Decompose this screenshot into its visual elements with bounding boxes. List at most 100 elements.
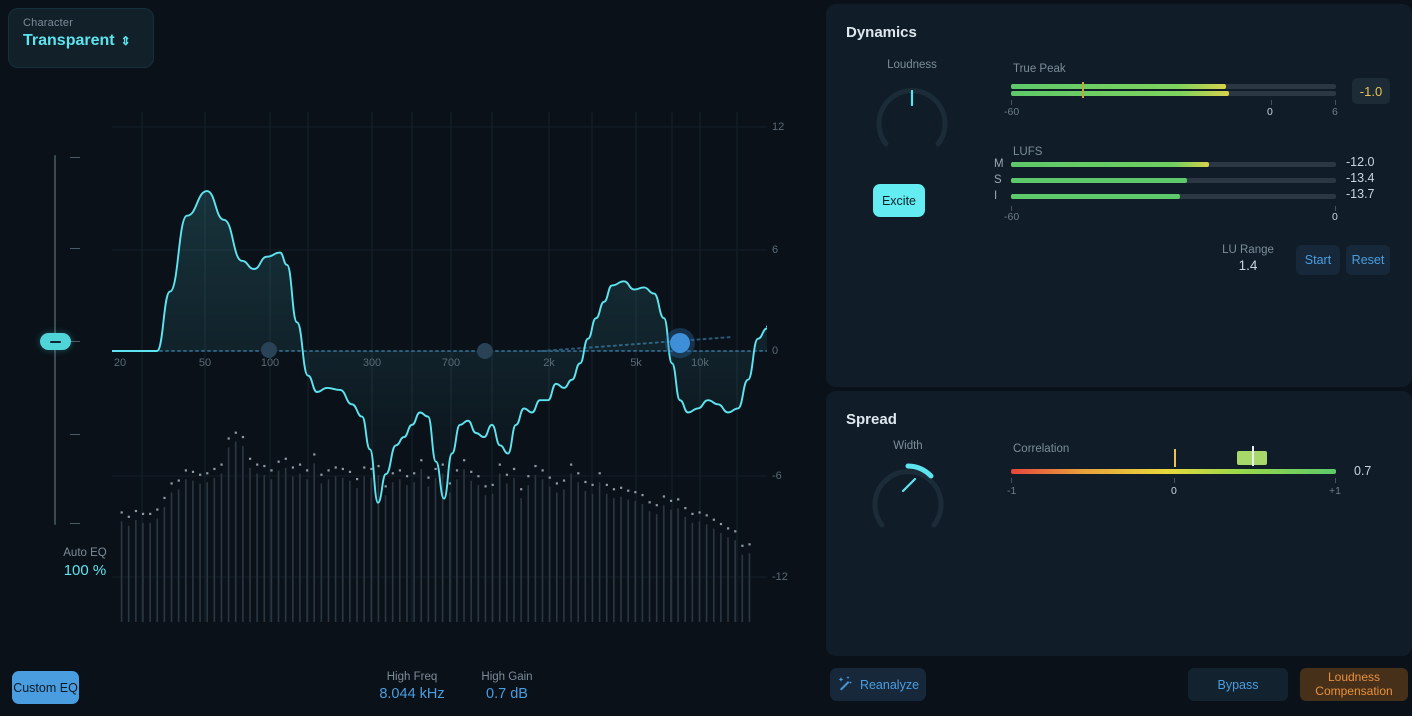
lu-range-value: 1.4 xyxy=(1216,258,1280,273)
dynamics-title: Dynamics xyxy=(846,24,917,41)
db-tick-label: 6 xyxy=(772,244,778,256)
custom-eq-button[interactable]: Custom EQ xyxy=(12,671,79,704)
character-value-row: Transparent ⇕ xyxy=(23,32,139,50)
high-freq-label: High Freq xyxy=(368,671,456,683)
width-label: Width xyxy=(854,440,962,452)
true-peak-readout[interactable]: -1.0 xyxy=(1352,78,1390,104)
high-freq-value: 8.044 kHz xyxy=(368,686,456,702)
true-peak-tick-zero xyxy=(1271,100,1272,105)
freq-tick-label: 10k xyxy=(691,357,709,369)
reanalyze-label: Reanalyze xyxy=(860,678,919,692)
freq-tick-label: 700 xyxy=(442,357,460,369)
eq-pane: Character Transparent ⇕ Auto EQ 100 % 20… xyxy=(0,0,818,716)
correlation-zero-needle xyxy=(1174,449,1176,467)
loudness-knob[interactable] xyxy=(873,79,951,157)
db-tick-label: 12 xyxy=(772,121,784,133)
correlation-scale-min: -1 xyxy=(1007,485,1016,497)
excite-button[interactable]: Excite xyxy=(873,184,925,217)
eq-graph[interactable]: 20501003007002k5k10k 1260-6-12 xyxy=(112,112,767,622)
lu-range-label: LU Range xyxy=(1216,244,1280,256)
correlation-bar xyxy=(1011,469,1336,474)
true-peak-track-1 xyxy=(1011,84,1336,89)
lufs-fill xyxy=(1011,194,1180,199)
lufs-fill xyxy=(1011,162,1209,167)
high-gain-value: 0.7 dB xyxy=(463,686,551,702)
auto-eq-tick xyxy=(70,341,80,342)
lufs-label: LUFS xyxy=(1013,146,1042,158)
high-gain-readout[interactable]: High Gain 0.7 dB xyxy=(463,671,551,702)
lufs-value: -13.4 xyxy=(1346,171,1375,185)
reanalyze-button[interactable]: Reanalyze xyxy=(830,668,926,701)
correlation-scale-zero: 0 xyxy=(1171,485,1177,497)
high-freq-readout[interactable]: High Freq 8.044 kHz xyxy=(368,671,456,702)
correlation-value: 0.7 xyxy=(1354,464,1371,478)
bypass-button[interactable]: Bypass xyxy=(1188,668,1288,701)
lufs-row-key: I xyxy=(994,190,997,202)
magic-wand-icon xyxy=(837,675,854,695)
auto-eq-thumb[interactable] xyxy=(40,333,71,350)
freq-tick-label: 5k xyxy=(630,357,642,369)
freq-tick-label: 50 xyxy=(199,357,211,369)
auto-eq-slider[interactable]: Auto EQ 100 % xyxy=(30,155,82,565)
true-peak-tick-max xyxy=(1335,100,1336,105)
global-footer: Reanalyze Bypass Loudness Compensation xyxy=(826,656,1412,716)
start-button[interactable]: Start xyxy=(1296,245,1340,275)
true-peak-tick-min xyxy=(1011,100,1012,105)
true-peak-scale-zero: 0 xyxy=(1267,106,1273,118)
character-value: Transparent xyxy=(23,32,115,50)
lufs-scale-min: -60 xyxy=(1004,211,1019,223)
freq-tick-label: 100 xyxy=(261,357,279,369)
true-peak-track-2 xyxy=(1011,91,1336,96)
correlation-tick-max xyxy=(1335,478,1336,483)
eq-footer: Custom EQ High Freq 8.044 kHz High Gain … xyxy=(0,660,818,716)
freq-tick-label: 20 xyxy=(114,357,126,369)
width-knob[interactable] xyxy=(869,460,947,538)
lufs-value: -13.7 xyxy=(1346,187,1375,201)
auto-eq-tick xyxy=(70,434,80,435)
db-tick-label: -12 xyxy=(772,571,788,583)
plugin-window: Character Transparent ⇕ Auto EQ 100 % 20… xyxy=(0,0,1412,716)
freq-tick-label: 300 xyxy=(363,357,381,369)
lufs-row-key: S xyxy=(994,174,1002,186)
loudness-knob-graphic xyxy=(873,79,951,157)
db-tick-label: -6 xyxy=(772,470,782,482)
lufs-track xyxy=(1011,178,1336,183)
lufs-track xyxy=(1011,162,1336,167)
lufs-row-key: M xyxy=(994,158,1004,170)
lufs-scale-max: 0 xyxy=(1332,211,1338,223)
true-peak-label: True Peak xyxy=(1013,63,1066,75)
lufs-fill xyxy=(1011,178,1187,183)
lufs-track xyxy=(1011,194,1336,199)
true-peak-scale-min: -60 xyxy=(1004,106,1019,118)
db-axis: 12 6 0 -6 -12 xyxy=(772,112,818,622)
reset-button[interactable]: Reset xyxy=(1346,245,1390,275)
loudness-label: Loudness xyxy=(858,59,966,71)
auto-eq-tick xyxy=(70,523,80,524)
spread-panel: Spread Width Correlation -1 0 xyxy=(826,391,1412,656)
high-gain-label: High Gain xyxy=(463,671,551,683)
width-knob-graphic xyxy=(869,460,947,538)
lu-range-readout: LU Range 1.4 xyxy=(1216,244,1280,273)
true-peak-scale-max: 6 xyxy=(1332,106,1338,118)
correlation-scale-max: +1 xyxy=(1329,485,1341,497)
loudness-compensation-line2: Compensation xyxy=(1315,684,1392,698)
meters-pane: Dynamics Loudness Excite True Peak xyxy=(826,0,1412,716)
loudness-compensation-line1: Loudness xyxy=(1328,670,1380,684)
character-selector[interactable]: Character Transparent ⇕ xyxy=(8,8,154,68)
loudness-compensation-button[interactable]: Loudness Compensation xyxy=(1300,668,1408,701)
lufs-value: -12.0 xyxy=(1346,155,1375,169)
auto-eq-tick xyxy=(70,248,80,249)
true-peak-zero-marker xyxy=(1082,82,1084,98)
auto-eq-tick xyxy=(70,157,80,158)
chevron-updown-icon[interactable]: ⇕ xyxy=(121,35,131,47)
spread-title: Spread xyxy=(846,411,897,428)
dynamics-panel: Dynamics Loudness Excite True Peak xyxy=(826,4,1412,387)
correlation-tick-zero xyxy=(1174,478,1175,483)
correlation-tick-min xyxy=(1011,478,1012,483)
freq-tick-label: 2k xyxy=(543,357,555,369)
frequency-axis: 20 50 100 300 700 2k 5k 10k xyxy=(112,357,767,373)
correlation-value-marker xyxy=(1252,446,1254,466)
loudness-knob-group: Loudness xyxy=(858,59,966,157)
db-tick-label: 0 xyxy=(772,345,778,357)
true-peak-fill-1 xyxy=(1011,84,1226,89)
